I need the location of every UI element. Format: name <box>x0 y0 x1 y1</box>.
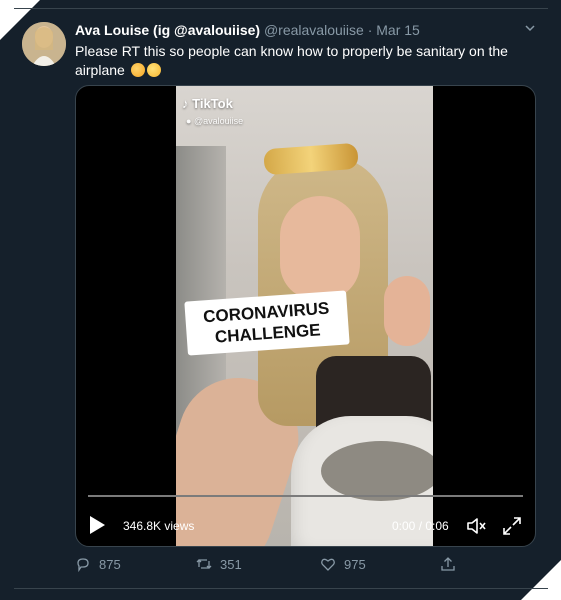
share-icon <box>441 557 455 571</box>
tweet-actions: 875 351 975 <box>75 556 495 576</box>
video-scene-bowl <box>321 441 433 501</box>
user-icon: ● <box>186 116 192 126</box>
avatar-image <box>22 22 66 66</box>
like-icon <box>321 558 335 571</box>
author-name[interactable]: Ava Louise (ig @avalouiise) <box>75 22 260 38</box>
video-player[interactable]: ♪ TikTok ● @avalouiise CORONAVIRUS CHALL… <box>75 85 536 547</box>
tweet-header: Ava Louise (ig @avalouiise) @realavaloui… <box>75 22 538 42</box>
reply-count: 875 <box>99 556 121 572</box>
like-button[interactable]: 975 <box>320 556 366 572</box>
tweet-top-border <box>14 8 548 9</box>
play-icon[interactable] <box>90 516 105 534</box>
reply-icon <box>77 558 89 572</box>
author-handle[interactable]: @realavalouiise <box>264 22 364 38</box>
video-controls: 346.8K views 0:00 / 0:06 <box>76 506 535 546</box>
like-count: 975 <box>344 556 366 572</box>
tweet-divider <box>14 588 548 589</box>
volume-icon[interactable] <box>466 516 488 536</box>
tweet[interactable]: Ava Louise (ig @avalouiise) @realavaloui… <box>14 8 548 589</box>
tweet-text: Please RT this so people can know how to… <box>75 42 515 80</box>
separator-dot: · <box>367 22 373 38</box>
video-scene-hand <box>384 276 430 346</box>
video-time: 0:00 / 0:06 <box>392 519 449 533</box>
video-scene-face <box>280 196 360 300</box>
tiktok-logo-text: TikTok <box>192 96 233 111</box>
tiktok-username-text: @avalouiise <box>193 116 244 126</box>
tiktok-icon: ♪ <box>182 96 189 111</box>
tweet-date[interactable]: Mar 15 <box>376 22 420 38</box>
emoji-icon <box>130 63 145 77</box>
reply-button[interactable]: 875 <box>75 556 121 572</box>
view-count: 346.8K views <box>123 519 195 533</box>
emoji-icon <box>146 63 161 77</box>
chevron-down-icon[interactable] <box>524 22 536 37</box>
video-progress-bar[interactable] <box>88 495 523 497</box>
video-caption: CORONAVIRUS CHALLENGE <box>184 290 350 356</box>
avatar[interactable] <box>22 22 66 66</box>
tiktok-username: ● @avalouiise <box>186 116 243 126</box>
retweet-button[interactable]: 351 <box>196 556 242 572</box>
share-button[interactable] <box>440 556 456 572</box>
retweet-icon <box>196 559 212 569</box>
retweet-count: 351 <box>220 556 242 572</box>
tiktok-watermark: ♪ TikTok <box>182 96 233 111</box>
fullscreen-icon[interactable] <box>502 516 522 536</box>
